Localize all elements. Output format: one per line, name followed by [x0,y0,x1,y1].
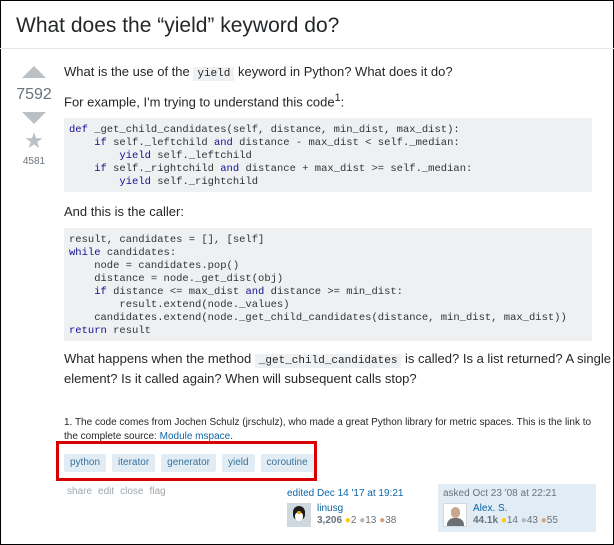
vote-cell: 7592 ★ 4581 [8,62,60,167]
post-actions: share edit close flag [67,486,166,497]
code-line: return result [69,325,587,338]
code-keyword: while [69,247,101,259]
editor-bronze-count: 38 [385,515,397,526]
code-line: result, candidates = [], [self] [69,234,587,247]
flag-link[interactable]: flag [150,486,166,497]
editor-avatar[interactable] [287,503,311,527]
question-paragraph-2: For example, I'm trying to understand th… [64,90,344,110]
code-keyword: and [213,137,233,149]
code-line: while candidates: [69,247,587,260]
asked-timestamp: asked Oct 23 '08 at 22:21 [443,488,557,499]
edit-link[interactable]: edit [98,486,114,497]
code-text: distance + max_dist >= self._median: [239,163,473,175]
code-line: yield self._leftchild [69,150,587,163]
code-keyword: yield [119,176,151,188]
p4-text-after: is called? Is a list returned? A single [401,351,611,366]
code-text: result, candidates = [], [self] [69,234,265,246]
code-line: yield self._rightchild [69,176,587,189]
code-line: result.extend(node._values) [69,299,587,312]
asker-gold-count: 14 [506,515,518,526]
editor-name[interactable]: linusg [317,503,396,515]
code-line: if distance <= max_dist and distance >= … [69,286,587,299]
close-link[interactable]: close [120,486,143,497]
title-divider [0,48,614,49]
code-text: distance = node._get_dist(obj) [69,273,284,285]
code-line: if self._leftchild and distance - max_di… [69,137,587,150]
p2-end: : [340,94,345,110]
asker-silver-count: 43 [526,515,538,526]
code-text: _get_child_candidates(self, distance, mi… [87,124,460,136]
asker-name[interactable]: Alex. S. [473,503,558,515]
code-text: self._rightchild [106,163,221,175]
inline-code-yield: yield [193,67,235,81]
code-keyword: and [220,163,240,175]
code-line: def _get_child_candidates(self, distance… [69,124,587,137]
code-text: distance <= max_dist [106,286,246,298]
asker-bronze-count: 55 [546,515,558,526]
code-text: candidates: [100,247,177,259]
editor-gold-count: 2 [350,515,357,526]
code-text: distance - max_dist < self._median: [232,137,460,149]
downvote-arrow-icon[interactable] [22,112,46,124]
p2-text: For example, I'm trying to understand th… [64,94,335,110]
code-line: if self._rightchild and distance + max_d… [69,163,587,176]
favorite-star-icon[interactable]: ★ [8,130,60,152]
code-line: node = candidates.pop() [69,260,587,273]
code-keyword: return [69,325,107,337]
code-text: self._leftchild [150,150,252,162]
code-block-definition: def _get_child_candidates(self, distance… [64,118,592,192]
code-text: self._leftchild [106,137,214,149]
editor-card: edited Dec 14 '17 at 19:21 linusg 3,206 … [282,484,440,532]
favorite-count: 4581 [22,156,46,167]
code-line: candidates.extend(node._get_child_candid… [69,312,587,325]
p1-text-before: What is the use of the [64,64,194,79]
vote-count: 7592 [16,86,52,103]
upvote-arrow-icon[interactable] [22,66,46,78]
p4-text-before: What happens when the method [64,351,255,366]
code-keyword: and [245,286,265,298]
code-keyword: def [69,124,88,136]
question-paragraph-3: And this is the caller: [64,204,184,219]
code-block-caller: result, candidates = [], [self] while can… [64,228,592,341]
editor-reputation: 3,206 [317,515,343,526]
code-keyword: if [94,286,107,298]
asker-card: asked Oct 23 '08 at 22:21 Alex. S. 44.1k… [438,484,596,532]
edited-timestamp[interactable]: edited Dec 14 '17 at 19:21 [287,488,435,499]
code-text: self._rightchild [150,176,259,188]
p4-line-2: element? Is it called again? When will s… [64,371,417,386]
code-text: distance >= min_dist: [264,286,403,298]
code-text: result.extend(node._values) [69,299,290,311]
code-text: result [106,325,151,337]
code-text: node = candidates.pop() [69,260,240,272]
code-text: candidates.extend(node._get_child_candid… [69,312,567,324]
tags-highlight-box [56,441,317,481]
question-paragraph-4: What happens when the method _get_child_… [64,350,611,387]
footnote-text: 1. The code comes from Jochen Schulz (jr… [64,417,592,442]
editor-silver-count: 13 [365,515,377,526]
code-keyword: yield [119,150,151,162]
share-link[interactable]: share [67,486,92,497]
p1-text-after: keyword in Python? What does it do? [234,64,453,79]
question-paragraph-1: What is the use of the yield keyword in … [64,63,453,83]
code-line: distance = node._get_dist(obj) [69,273,587,286]
inline-code-method: _get_child_candidates [254,354,402,368]
footnote: 1. The code comes from Jochen Schulz (jr… [64,416,596,444]
code-keyword: if [94,137,107,149]
question-title[interactable]: What does the “yield” keyword do? [16,14,339,38]
asker-reputation: 44.1k [473,515,499,526]
asker-avatar[interactable] [443,503,467,527]
code-keyword: if [94,163,107,175]
